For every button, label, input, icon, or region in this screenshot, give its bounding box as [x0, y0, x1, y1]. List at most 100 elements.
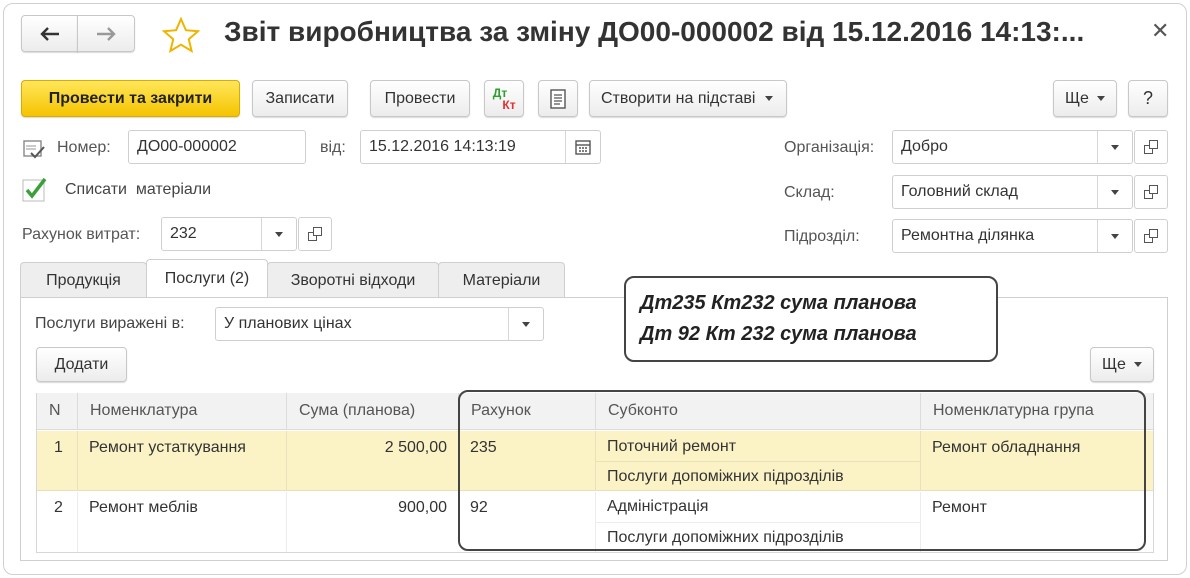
- close-icon[interactable]: ✕: [1151, 18, 1169, 44]
- col-header-account[interactable]: Рахунок: [458, 393, 595, 430]
- division-label: Підрозділ:: [784, 228, 860, 245]
- report-button[interactable]: [538, 80, 578, 117]
- writeoff-checkbox[interactable]: [22, 176, 48, 202]
- add-button[interactable]: Додати: [36, 347, 127, 382]
- row-number: 1: [54, 439, 63, 456]
- services-expressed-value: У планових цінах: [224, 315, 352, 332]
- document-posted-icon: [23, 140, 45, 159]
- row-number: 2: [54, 499, 63, 516]
- division-field[interactable]: Ремонтна ділянка: [892, 219, 1133, 253]
- chevron-down-icon: [1111, 233, 1119, 239]
- row-sum: 900,00: [398, 499, 447, 516]
- col-header-group[interactable]: Номенклатурна група: [920, 393, 1153, 430]
- row-divider: [286, 431, 287, 491]
- tab-return-waste[interactable]: Зворотні відходи: [267, 262, 439, 298]
- more-actions-button[interactable]: Ще: [1053, 80, 1117, 117]
- open-icon: [1144, 185, 1158, 199]
- back-button[interactable]: [21, 15, 78, 52]
- row-item: Ремонт меблів: [89, 499, 198, 516]
- create-based-on-button[interactable]: Створити на підставі: [589, 80, 787, 117]
- open-icon: [308, 227, 322, 241]
- cost-account-open-button[interactable]: [298, 217, 332, 251]
- warehouse-open-button[interactable]: [1134, 175, 1168, 209]
- tab-products[interactable]: Продукція: [20, 262, 147, 298]
- row-divider: [77, 492, 78, 552]
- cost-account-dropdown[interactable]: [261, 218, 296, 250]
- arrow-right-icon: [97, 26, 116, 41]
- chevron-down-icon: [1111, 189, 1119, 195]
- division-dropdown[interactable]: [1097, 220, 1132, 252]
- services-expressed-dropdown[interactable]: [508, 308, 543, 340]
- organization-value: Добро: [901, 138, 948, 155]
- number-field[interactable]: ДО00-000002: [128, 130, 306, 164]
- arrow-left-icon: [39, 26, 59, 41]
- kt-label: Кт: [502, 97, 516, 112]
- date-label: від:: [320, 139, 346, 156]
- row-subconto-2: Послуги допоміжних підрозділів: [607, 529, 844, 546]
- row-divider: [920, 492, 921, 552]
- services-expressed-field[interactable]: У планових цінах: [215, 307, 544, 341]
- dt-label: Дт: [492, 85, 508, 100]
- row-group: Ремонт: [932, 499, 987, 516]
- writeoff-label: Списати матеріали: [65, 181, 212, 198]
- forward-button[interactable]: [77, 15, 135, 52]
- save-button[interactable]: Записати: [252, 80, 348, 117]
- warehouse-field[interactable]: Головний склад: [892, 175, 1133, 209]
- row-account: 235: [470, 439, 497, 456]
- organization-open-button[interactable]: [1134, 130, 1168, 164]
- favorite-star-icon[interactable]: [162, 17, 200, 53]
- division-value: Ремонтна ділянка: [901, 227, 1035, 244]
- warehouse-label: Склад:: [784, 184, 835, 201]
- create-based-on-label: Створити на підставі: [601, 89, 756, 107]
- table-more-button[interactable]: Ще: [1090, 347, 1154, 382]
- date-field[interactable]: 15.12.2016 14:13:19: [360, 130, 601, 164]
- post-and-close-button[interactable]: Провести та закрити: [21, 80, 240, 117]
- col-header-n[interactable]: N: [37, 393, 77, 430]
- chevron-down-icon: [1133, 362, 1142, 367]
- col-header-subconto[interactable]: Субконто: [595, 393, 920, 430]
- number-label: Номер:: [57, 139, 111, 156]
- warehouse-dropdown[interactable]: [1097, 176, 1132, 208]
- tab-services[interactable]: Послуги (2): [146, 259, 268, 297]
- open-icon: [1144, 229, 1158, 243]
- chevron-down-icon: [522, 321, 530, 327]
- warehouse-value: Головний склад: [901, 183, 1018, 200]
- row-sum: 2 500,00: [384, 439, 447, 456]
- chevron-down-icon: [1096, 96, 1105, 101]
- chevron-down-icon: [1111, 144, 1119, 150]
- cost-account-field[interactable]: 232: [161, 217, 297, 251]
- col-header-sum[interactable]: Сума (планова): [286, 393, 458, 430]
- annotation-line-1: Дт235 Кт232 сума планова: [640, 292, 917, 314]
- row-subconto-1: Адміністрація: [607, 498, 709, 515]
- annotation-line-2: Дт 92 Кт 232 сума планова: [640, 323, 917, 345]
- annotation-callout: Дт235 Кт232 сума планова Дт 92 Кт 232 су…: [624, 276, 998, 362]
- document-list-icon: [550, 88, 566, 109]
- cost-account-value: 232: [170, 225, 197, 242]
- row-subconto-2: Послуги допоміжних підрозділів: [607, 468, 844, 485]
- document-title: Звіт виробництва за зміну ДО00-000002 ві…: [224, 16, 1085, 47]
- more-label: Ще: [1065, 89, 1089, 107]
- row-account: 92: [470, 499, 488, 516]
- row-divider: [77, 431, 78, 491]
- row-divider: [920, 431, 921, 491]
- col-header-item[interactable]: Номенклатура: [77, 393, 286, 430]
- row-group: Ремонт обладнання: [932, 439, 1081, 456]
- tab-materials[interactable]: Матеріали: [438, 262, 565, 298]
- chevron-down-icon: [765, 96, 774, 101]
- division-open-button[interactable]: [1134, 219, 1168, 253]
- dt-kt-button[interactable]: Дт Кт: [484, 80, 524, 117]
- calendar-button[interactable]: [565, 131, 600, 163]
- chevron-down-icon: [275, 231, 283, 237]
- post-button[interactable]: Провести: [370, 80, 470, 117]
- organization-field[interactable]: Добро: [892, 130, 1133, 164]
- organization-dropdown[interactable]: [1097, 131, 1132, 163]
- open-icon: [1144, 140, 1158, 154]
- cost-account-label: Рахунок витрат:: [22, 226, 141, 243]
- date-value: 15.12.2016 14:13:19: [369, 138, 516, 155]
- row-divider: [595, 522, 920, 523]
- help-button[interactable]: ?: [1128, 80, 1168, 117]
- row-subconto-1: Поточний ремонт: [607, 438, 737, 455]
- row-divider: [595, 461, 920, 462]
- calendar-icon: [575, 140, 591, 155]
- table-more-label: Ще: [1102, 355, 1126, 373]
